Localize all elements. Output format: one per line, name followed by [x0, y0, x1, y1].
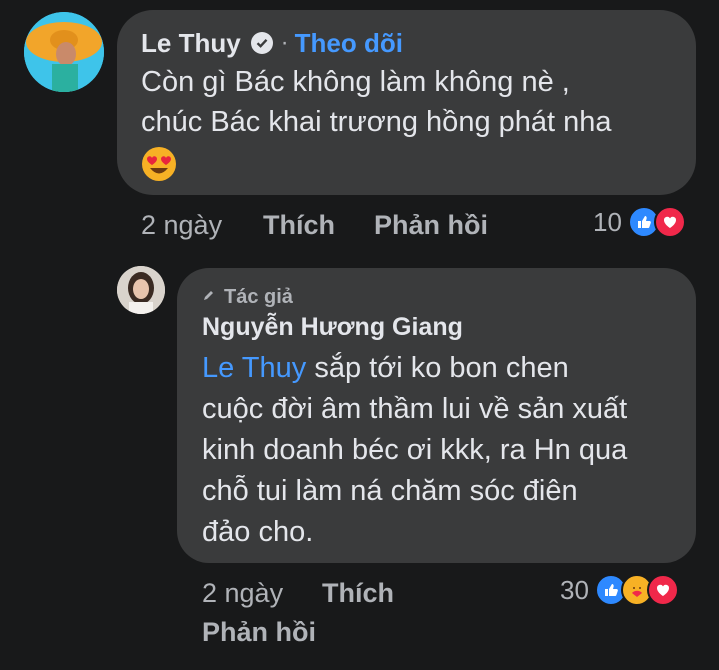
reply-text: Le Thuy sắp tới ko bon chen cuộc đời âm …: [202, 348, 627, 553]
comment-time[interactable]: 2 ngày: [141, 210, 222, 241]
reply-like-button[interactable]: Thích: [322, 578, 394, 609]
comment-author-name[interactable]: Le Thuy: [141, 28, 241, 59]
comment-reply-button[interactable]: Phản hồi: [374, 210, 488, 241]
reply-text-line: chỗ tui làm ná chăm sóc điên: [202, 475, 578, 507]
verified-badge-icon: [250, 32, 273, 54]
replier-avatar[interactable]: [117, 266, 165, 314]
reaction-count: 10: [593, 206, 622, 237]
pencil-icon: [202, 288, 216, 307]
reply-reactions[interactable]: 30: [560, 574, 679, 606]
heart-eyes-emoji-icon: [141, 146, 177, 182]
reaction-count: 30: [560, 574, 589, 605]
love-icon: [653, 206, 686, 238]
comment-text: Còn gì Bác không làm không nè , chúc Bác…: [141, 62, 612, 142]
separator-dot: ·: [280, 29, 289, 56]
author-badge-label: Tác giả: [224, 286, 293, 308]
comment-reactions[interactable]: 10: [593, 206, 686, 238]
reply-reply-button[interactable]: Phản hồi: [202, 617, 316, 648]
reply-time[interactable]: 2 ngày: [202, 578, 283, 609]
comment-text-line: chúc Bác khai trương hồng phát nha: [141, 106, 612, 138]
mention-link[interactable]: Le Thuy: [202, 352, 306, 384]
commenter-avatar[interactable]: [24, 12, 104, 92]
reply-text-line: Le Thuy sắp tới ko bon chen: [202, 348, 627, 389]
reply-text-line: cuộc đời âm thầm lui về sản xuất: [202, 393, 628, 425]
author-badge: Tác giả: [202, 286, 293, 309]
reply-text-line: đảo cho.: [202, 516, 314, 548]
follow-button[interactable]: Theo dõi: [295, 28, 403, 59]
reply-text-fragment: sắp tới ko bon chen: [306, 352, 569, 384]
comment-like-button[interactable]: Thích: [263, 210, 335, 241]
comment-header: Le Thuy · Theo dõi: [141, 26, 403, 60]
reply-text-line: kinh doanh béc ơi kkk, ra Hn qua: [202, 434, 628, 466]
love-icon: [646, 574, 679, 606]
reply-author-name[interactable]: Nguyễn Hương Giang: [202, 313, 463, 342]
comment-text-line: Còn gì Bác không làm không nè ,: [141, 66, 570, 98]
